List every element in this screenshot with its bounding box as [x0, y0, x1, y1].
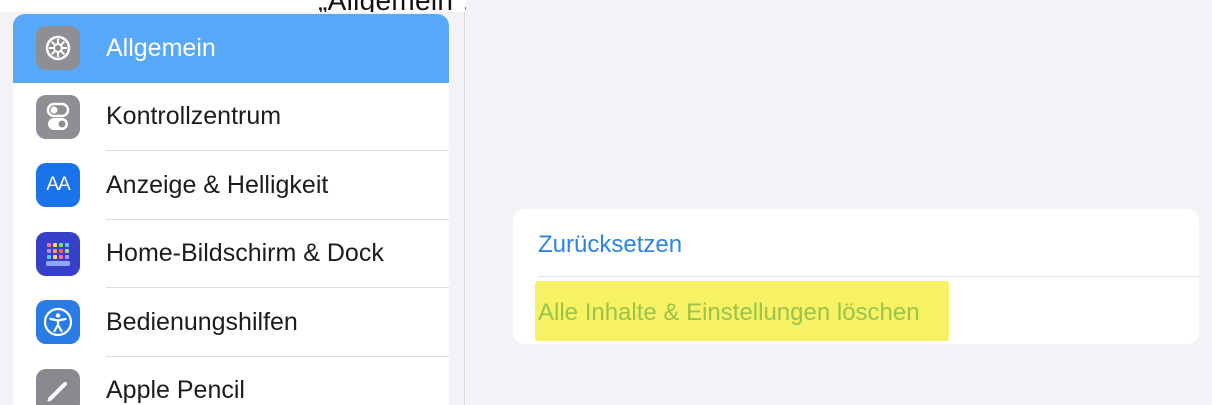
sidebar-item-label: Allgemein	[106, 33, 216, 62]
settings-sidebar: Allgemein Kontrollzentrum AA Anzeige & H…	[0, 12, 465, 405]
sidebar-item-allgemein[interactable]: Allgemein	[13, 14, 449, 83]
toggles-icon	[36, 94, 80, 139]
sidebar-item-bedienungshilfen[interactable]: Bedienungshilfen	[13, 288, 449, 357]
sidebar-item-label: Kontrollzentrum	[106, 102, 282, 131]
reset-options-group: Zurücksetzen Alle Inhalte & Einstellunge…	[513, 209, 1199, 344]
settings-list: Allgemein Kontrollzentrum AA Anzeige & H…	[13, 14, 449, 405]
sidebar-item-apple-pencil[interactable]: Apple Pencil	[13, 356, 449, 405]
sidebar-item-anzeige-helligkeit[interactable]: AA Anzeige & Helligkeit	[13, 151, 449, 220]
group-divider	[538, 276, 1199, 277]
settings-detail-pane: Zurücksetzen Alle Inhalte & Einstellunge…	[466, 0, 1212, 405]
reset-link[interactable]: Zurücksetzen	[538, 231, 682, 259]
text-size-icon: AA	[36, 163, 80, 208]
gear-icon	[36, 26, 80, 71]
sidebar-item-label: Apple Pencil	[106, 376, 245, 405]
sidebar-item-label: Bedienungshilfen	[106, 307, 298, 336]
app-grid-icon	[36, 231, 80, 276]
erase-all-content-link[interactable]: Alle Inhalte & Einstellungen löschen	[538, 299, 920, 327]
sidebar-item-label: Home-Bildschirm & Dock	[106, 239, 384, 268]
sidebar-item-label: Anzeige & Helligkeit	[106, 170, 329, 199]
sidebar-item-home-bildschirm-dock[interactable]: Home-Bildschirm & Dock	[13, 219, 449, 288]
pencil-icon	[36, 368, 80, 405]
accessibility-icon	[36, 300, 80, 345]
sidebar-item-kontrollzentrum[interactable]: Kontrollzentrum	[13, 82, 449, 151]
